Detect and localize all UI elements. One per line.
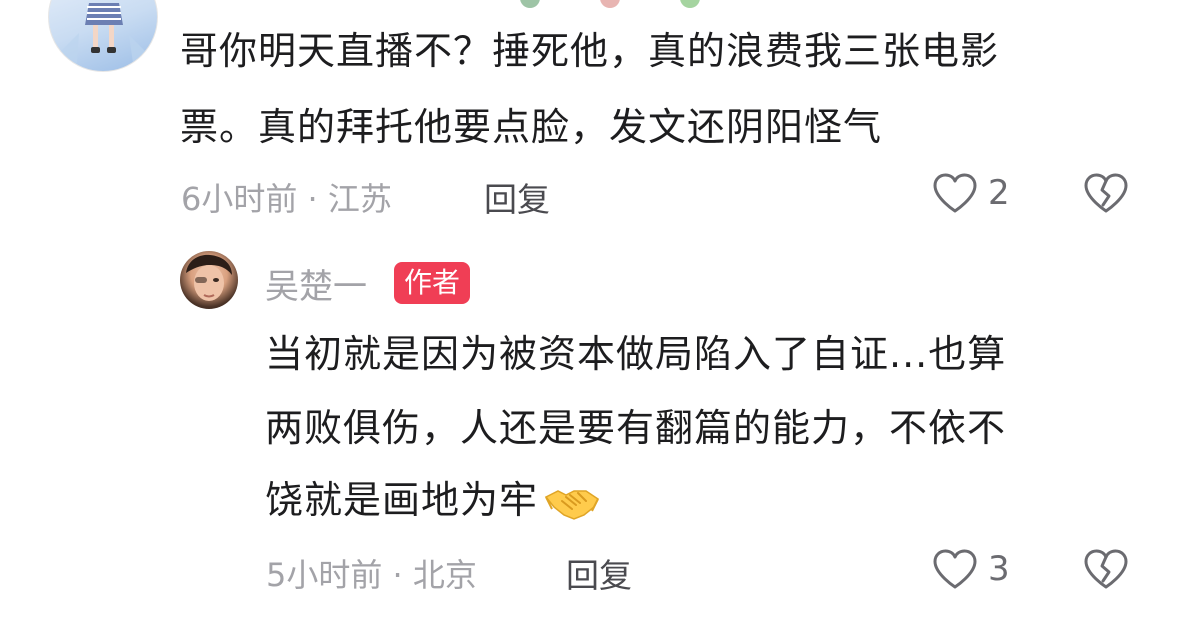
like-button[interactable]: 2	[932, 172, 1010, 214]
reply-text-line: 当初就是因为被资本做局陷入了自证...也算	[265, 332, 1007, 376]
broken-heart-icon	[1084, 173, 1128, 213]
heart-icon	[933, 173, 977, 213]
reply-button[interactable]: 回复	[484, 173, 550, 221]
author-portrait-avatar-icon	[186, 254, 232, 301]
comment-timestamp-location: 6小时前 · 江苏	[181, 180, 392, 218]
reply-text-line-content: 饶就是画地为牢	[265, 478, 539, 522]
dislike-button[interactable]	[1083, 548, 1129, 590]
previous-content-strip	[0, 0, 1179, 8]
comment-text-line: 哥你明天直播不？捶死他，真的浪费我三张电影	[180, 29, 1000, 73]
reply-text-line: 两败俱伤，人还是要有翻篇的能力，不依不	[265, 406, 1007, 450]
commenter-avatar[interactable]	[48, 0, 158, 72]
comment-text-line: 票。真的拜托他要点脸，发文还阴阳怪气	[180, 105, 883, 149]
author-name[interactable]: 吴楚一	[265, 259, 367, 308]
like-count: 2	[988, 173, 1010, 213]
broken-heart-icon	[1084, 549, 1128, 589]
reply-timestamp-location: 5小时前 · 北京	[266, 556, 477, 594]
author-badge: 作者	[394, 262, 471, 304]
anime-girl-avatar-icon	[53, 3, 153, 63]
heart-icon	[933, 549, 977, 589]
like-button[interactable]: 3	[932, 548, 1010, 590]
handshake-emoji-icon	[544, 489, 599, 520]
dislike-button[interactable]	[1083, 172, 1129, 214]
like-count: 3	[988, 549, 1010, 589]
decorative-dots	[520, 0, 700, 8]
reply-button[interactable]: 回复	[566, 549, 632, 597]
reply-text-line: 饶就是画地为牢	[265, 472, 600, 529]
author-avatar[interactable]	[180, 251, 238, 309]
